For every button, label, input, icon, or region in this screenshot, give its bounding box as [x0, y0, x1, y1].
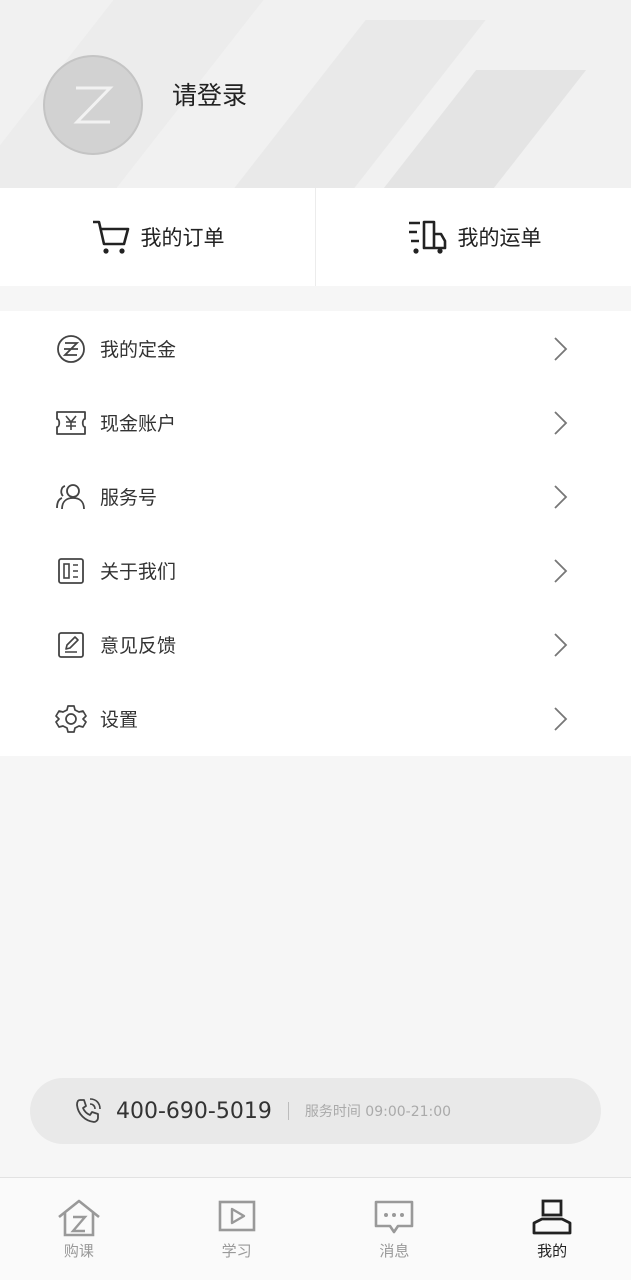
login-prompt[interactable]: 请登录 — [172, 76, 247, 112]
chevron-right-icon — [554, 559, 568, 583]
tab-label: 我的 — [537, 1242, 568, 1260]
chevron-right-icon — [554, 633, 568, 657]
menu-item-feedback[interactable]: 意见反馈 — [0, 607, 631, 681]
tab-label: 购课 — [63, 1242, 94, 1260]
menu-item-label: 设置 — [100, 708, 139, 731]
menu-item-label: 服务号 — [100, 486, 158, 509]
phone-icon — [76, 1098, 101, 1123]
settings-menu: 我的定金 现金账户 服务号 关于我们 意见反馈 设置 — [0, 311, 631, 756]
feedback-icon — [58, 632, 84, 658]
menu-item-cash-account[interactable]: 现金账户 — [0, 385, 631, 459]
deposit-icon — [57, 335, 85, 363]
gear-icon — [55, 705, 87, 733]
my-waybills-button[interactable]: 我的运单 — [316, 188, 631, 286]
truck-icon — [408, 220, 446, 254]
hotline-number[interactable]: 400-690-5019 — [116, 1099, 272, 1124]
chevron-right-icon — [554, 707, 568, 731]
menu-item-deposit[interactable]: 我的定金 — [0, 311, 631, 385]
tab-label: 消息 — [379, 1242, 410, 1260]
service-hotline[interactable]: 400-690-5019 服务时间 09:00-21:00 — [30, 1078, 601, 1144]
chevron-right-icon — [554, 337, 568, 361]
menu-item-label: 我的定金 — [100, 338, 177, 361]
tab-study[interactable]: 学习 — [158, 1178, 316, 1280]
chevron-right-icon — [554, 411, 568, 435]
service-hours: 服务时间 09:00-21:00 — [304, 1104, 452, 1120]
profile-header: 请登录 — [0, 0, 631, 188]
cash-icon — [56, 411, 86, 435]
tab-label: 学习 — [221, 1242, 252, 1260]
about-icon — [58, 558, 84, 584]
cart-icon — [92, 220, 129, 254]
home-icon — [58, 1199, 100, 1237]
my-waybills-label: 我的运单 — [457, 226, 542, 250]
menu-item-about-us[interactable]: 关于我们 — [0, 533, 631, 607]
menu-item-label: 关于我们 — [100, 560, 177, 583]
tab-buy-courses[interactable]: 购课 — [0, 1178, 158, 1280]
bottom-tab-bar: 购课 学习 消息 我的 — [0, 1177, 631, 1280]
menu-item-service-account[interactable]: 服务号 — [0, 459, 631, 533]
divider — [287, 1102, 289, 1120]
tab-mine[interactable]: 我的 — [473, 1178, 631, 1280]
quick-actions: 我的订单 我的运单 — [0, 188, 631, 286]
message-icon — [375, 1200, 414, 1234]
profile-icon — [532, 1199, 572, 1235]
my-orders-button[interactable]: 我的订单 — [0, 188, 315, 286]
avatar[interactable] — [43, 55, 143, 155]
tab-messages[interactable]: 消息 — [316, 1178, 474, 1280]
play-icon — [218, 1200, 255, 1232]
menu-item-settings[interactable]: 设置 — [0, 681, 631, 755]
users-icon — [56, 484, 85, 510]
chevron-right-icon — [554, 485, 568, 509]
menu-item-label: 意见反馈 — [100, 634, 177, 657]
menu-item-label: 现金账户 — [100, 412, 177, 435]
my-orders-label: 我的订单 — [140, 226, 225, 250]
avatar-z-logo-icon — [73, 86, 114, 124]
